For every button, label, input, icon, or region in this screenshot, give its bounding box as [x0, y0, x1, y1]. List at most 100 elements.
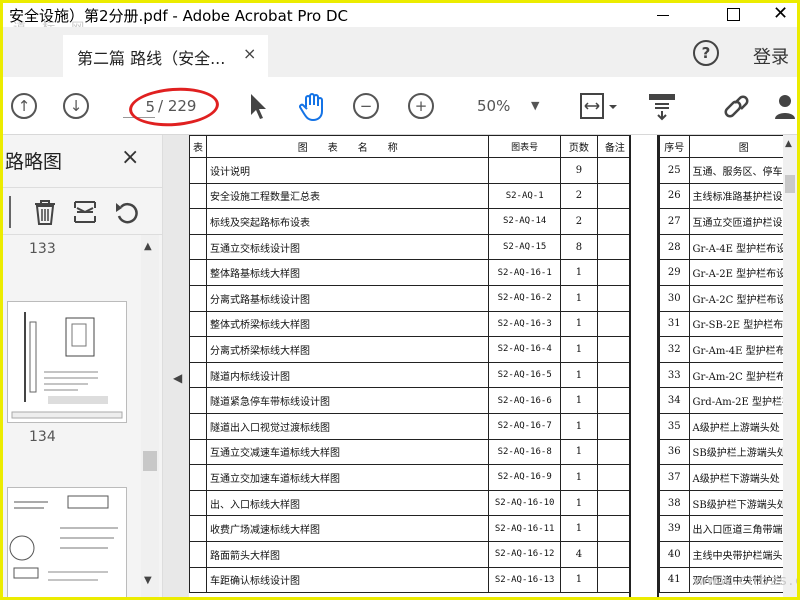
hand-tool-icon[interactable]	[297, 91, 329, 121]
cell-seq: 41	[659, 566, 690, 594]
table-row: 设计说明 9	[189, 157, 634, 184]
zoom-out-icon[interactable]: −	[353, 93, 379, 119]
thumbnail-list: 133 134	[3, 235, 141, 597]
tab-document[interactable]: 第二篇 路线（安全... ×	[63, 35, 268, 77]
column-header: 序号	[659, 135, 690, 158]
next-page-icon[interactable]: ↓	[63, 93, 89, 119]
cell-name: Gr-A-2E 型护栏布设	[688, 259, 783, 286]
cell-seq: 28	[659, 233, 690, 261]
row-marker-cell	[189, 515, 207, 542]
thumbnail-drawing	[9, 495, 118, 581]
cell-name: 车距确认标线设计图	[205, 566, 490, 594]
column-header: 图	[688, 135, 783, 158]
table-row: 互通立交加速车道标线大样图 S2-AQ-16-9 1	[189, 464, 634, 491]
row-marker-cell	[189, 336, 207, 363]
cell-name: 分离式路基标线设计图	[205, 284, 490, 312]
page-thumbnail-135[interactable]	[7, 487, 127, 597]
cell-name: Gr-A-2C 型护栏布设	[688, 284, 783, 312]
zoom-value[interactable]: 50%	[477, 97, 510, 115]
extract-pages-icon[interactable]	[71, 198, 99, 226]
row-marker-cell	[189, 233, 207, 261]
cell-name: 出、入口标线大样图	[205, 489, 490, 517]
column-header: 表	[189, 135, 207, 158]
table-row: 37 A级护栏下游端头处	[659, 464, 783, 491]
cell-note	[596, 259, 634, 286]
scroll-up-icon[interactable]: ▲	[144, 241, 152, 252]
tab-close-icon[interactable]: ×	[243, 44, 256, 63]
cell-seq: 30	[659, 284, 690, 312]
previous-page-icon[interactable]: ↑	[11, 93, 37, 119]
cell-pages: 1	[559, 515, 598, 542]
cell-note	[596, 412, 634, 440]
table-row: 互通立交减速车道标线大样图 S2-AQ-16-8 1	[189, 438, 634, 466]
cell-code: S2-AQ-14	[488, 208, 561, 235]
cell-pages: 2	[559, 182, 598, 210]
cell-pages: 2	[559, 208, 598, 235]
cell-code: S2-AQ-16-11	[488, 515, 561, 542]
cell-pages: 1	[559, 489, 598, 517]
cell-seq: 27	[659, 208, 690, 235]
login-link[interactable]: 登录	[753, 43, 789, 69]
cell-note	[596, 540, 634, 568]
cell-code: S2-AQ-16-3	[488, 310, 561, 338]
cell-code: S2-AQ-16-4	[488, 336, 561, 363]
cell-code: S2-AQ-16-10	[488, 489, 561, 517]
table-row: 分离式桥梁标线大样图 S2-AQ-16-4 1	[189, 336, 634, 363]
table-row: 29 Gr-A-2E 型护栏布设	[659, 259, 783, 286]
cell-seq: 29	[659, 259, 690, 286]
panel-close-icon[interactable]: ×	[121, 145, 139, 170]
undo-icon[interactable]	[113, 198, 141, 226]
cell-pages: 1	[559, 566, 598, 594]
help-icon[interactable]: ?	[693, 40, 719, 66]
cell-note	[596, 284, 634, 312]
cell-pages: 1	[559, 284, 598, 312]
trash-icon[interactable]	[31, 198, 59, 226]
cell-code: S2-AQ-16-1	[488, 259, 561, 286]
scan-icon[interactable]	[647, 91, 677, 121]
zoom-dropdown-icon[interactable]: ▼	[531, 99, 539, 112]
cell-code: S2-AQ-16-13	[488, 566, 561, 594]
cell-pages: 1	[559, 412, 598, 440]
page-fit-icon[interactable]	[577, 91, 623, 121]
toolbar: ↑ ↓ 5 / 229 − + 50% ▼	[3, 77, 797, 135]
scroll-thumb[interactable]	[785, 175, 795, 193]
cell-name: Gr-SB-2E 型护栏布	[688, 310, 783, 338]
collapse-arrow-icon[interactable]: ◀	[173, 371, 182, 385]
minimize-button[interactable]	[643, 3, 683, 27]
row-marker-cell	[189, 284, 207, 312]
collapse-panel-gutter[interactable]: ◀	[163, 135, 189, 597]
column-header: 备注	[596, 135, 634, 158]
cell-seq: 32	[659, 336, 690, 363]
panel-scrollbar[interactable]: ▲ ▼	[141, 235, 159, 597]
cell-pages: 1	[559, 464, 598, 491]
cell-name: Grd-Am-2E 型护栏布	[688, 387, 783, 414]
cell-code: S2-AQ-16-9	[488, 464, 561, 491]
cell-code: S2-AQ-16-6	[488, 387, 561, 414]
select-arrow-icon[interactable]	[247, 91, 269, 121]
share-link-icon[interactable]	[721, 91, 753, 121]
tab-bar: 第二篇 路线（安全... × ? 登录	[3, 27, 797, 77]
table-row: 整体路基标线大样图 S2-AQ-16-1 1	[189, 259, 634, 286]
close-window-button[interactable]: ✕	[759, 3, 797, 27]
scroll-thumb[interactable]	[143, 451, 157, 471]
cell-name: 整体式桥梁标线大样图	[205, 310, 490, 338]
cell-seq: 26	[659, 182, 690, 210]
add-user-icon[interactable]	[773, 91, 797, 121]
acrobat-window: 安全设施）第2分册.pdf - Adobe Acrobat Pro DC 道 标…	[0, 0, 800, 600]
cell-note	[596, 157, 634, 184]
thumbnail-drawing	[11, 312, 123, 419]
page-thumbnail-134[interactable]	[7, 301, 127, 423]
cell-name: 隧道出入口视觉过渡标线图	[205, 412, 490, 440]
zoom-in-icon[interactable]: +	[408, 93, 434, 119]
cell-seq: 37	[659, 464, 690, 491]
table-row: 31 Gr-SB-2E 型护栏布	[659, 310, 783, 338]
document-scrollbar[interactable]: ▲	[783, 135, 797, 597]
scroll-down-icon[interactable]: ▼	[144, 575, 152, 586]
table-row: 收费广场减速标线大样图 S2-AQ-16-11 1	[189, 515, 634, 542]
panel-title: 路略图	[5, 151, 63, 173]
scroll-up-icon[interactable]: ▲	[785, 139, 792, 149]
document-view[interactable]: 表图 表 名 称图表号 页数 备注 设计说明 9 安全设施工程数量汇总表 S2-AQ-1 2 标…	[189, 135, 783, 597]
maximize-button[interactable]	[713, 3, 753, 27]
cell-name: SB级护栏上游端头处	[688, 438, 783, 466]
tab-label: 第二篇 路线（安全...	[77, 49, 226, 68]
